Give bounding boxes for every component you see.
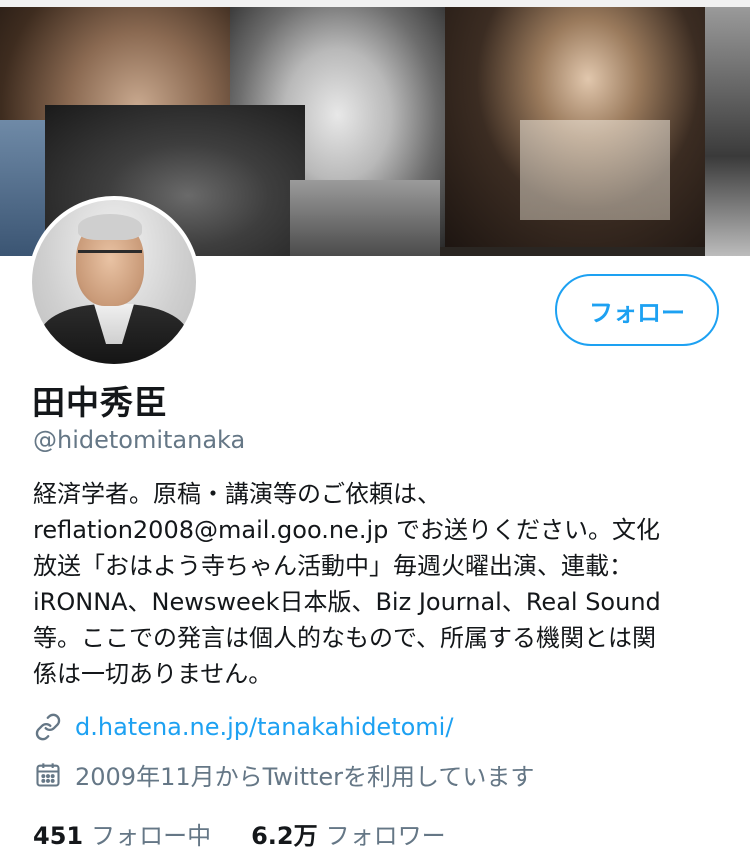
follow-button[interactable]: フォロー [555, 274, 719, 346]
followers-label[interactable]: フォロワー [326, 816, 446, 851]
follow-stats: 451 フォロー中 6.2万 フォロワー [33, 816, 486, 851]
bio-line: reflation2008@mail.goo.ne.jp でお送りください。文化 [33, 516, 660, 544]
bio-line: 係は一切ありません。 [33, 660, 273, 688]
join-date-row: 2009年11月からTwitterを利用しています [33, 757, 534, 792]
website-link[interactable]: d.hatena.ne.jp/tanakahidetomi/ [75, 713, 453, 741]
bio-line: 放送「おはよう寺ちゃん活動中」毎週火曜出演、連載： [33, 552, 633, 580]
following-label[interactable]: フォロー中 [91, 816, 211, 851]
bio-line: iRONNA、Newsweek日本版、Biz Journal、Real Soun… [33, 588, 661, 616]
website-row: d.hatena.ne.jp/tanakahidetomi/ [33, 712, 453, 742]
followers-count[interactable]: 6.2万 [251, 816, 318, 851]
avatar-hair [78, 214, 142, 240]
following-count[interactable]: 451 [33, 822, 83, 850]
display-name: 田中秀臣 [32, 383, 168, 422]
join-date-text: 2009年11月からTwitterを利用しています [75, 763, 535, 791]
link-icon [33, 712, 63, 742]
avatar-glasses [78, 250, 142, 267]
avatar[interactable] [28, 196, 200, 368]
calendar-icon [33, 760, 63, 790]
banner-top-strip [0, 0, 750, 7]
banner-portrait-center-lower [290, 180, 440, 256]
banner-portrait-right-paper [520, 120, 670, 220]
banner-portrait-edge [705, 7, 750, 256]
bio-line: 経済学者。原稿・講演等のご依頼は、 [33, 480, 441, 508]
user-handle: @hidetomitanaka [33, 426, 246, 454]
bio-line: 等。ここでの発言は個人的なもので、所属する機関とは関 [33, 624, 657, 652]
profile-bio: 経済学者。原稿・講演等のご依頼は、 reflation2008@mail.goo… [33, 476, 733, 692]
